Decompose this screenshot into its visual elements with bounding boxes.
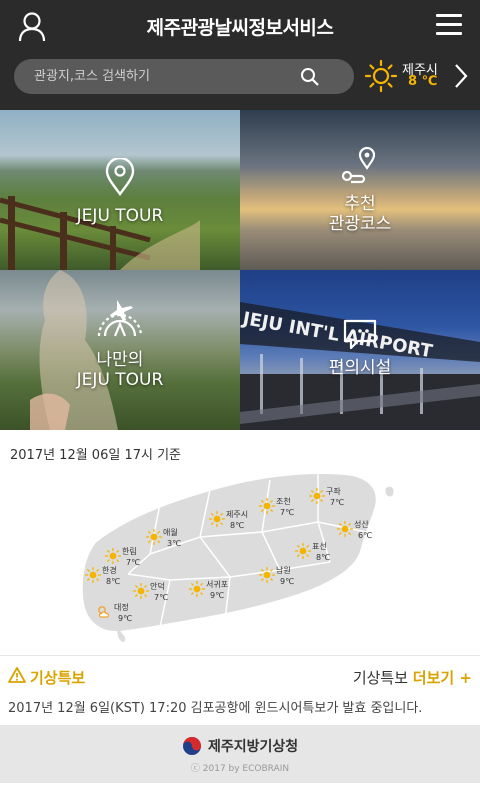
weather-station[interactable]: 안덕 7℃ [132,582,172,602]
station-temp: 7℃ [126,558,141,567]
airport-illustration: JEJU INT'L AIRPORT [240,302,480,430]
station-temp: 9℃ [280,577,295,586]
station-name: 애월 [163,528,178,537]
station-name: 한경 [102,566,117,575]
station-temp: 9℃ [210,591,225,600]
tile-label-line2: JEJU TOUR [76,370,164,390]
jeju-weather-map: 구좌 7℃ 조천 7℃ 제주시 8℃ 애월 3℃ 성산 6℃ 표선 8℃ 한림 7℃ 한경 8℃ 안덕 7℃ 서귀포… [0,462,480,652]
station-temp: 8℃ [230,521,245,530]
station-temp: 7℃ [280,508,295,517]
weather-station[interactable]: 대정 9℃ [96,603,136,623]
station-name: 남원 [276,566,291,575]
sun-icon [132,582,150,600]
station-temp: 6℃ [358,531,373,540]
station-temp: 9℃ [118,614,133,623]
alert-title: 기상특보 [30,669,86,687]
sun-icon [294,542,312,560]
weather-alert-bar: 기상특보 기상특보 더보기 + [0,655,480,695]
weather-station[interactable]: 구좌 7℃ [308,487,348,507]
tile-label: JEJU TOUR [76,206,164,226]
tile-jeju-tour[interactable]: JEJU TOUR [0,110,240,270]
search-box [14,59,354,94]
current-temperature: 8 ℃ [408,74,438,89]
station-temp: 8℃ [106,577,121,586]
current-weather[interactable]: 제주시 8 ℃ [362,57,480,97]
station-name: 한림 [122,547,137,556]
tile-facilities[interactable]: JEJU INT'L AIRPORT 편의시설 [240,270,480,430]
org-name: 제주지방기상청 [208,739,299,755]
sun-icon [308,487,326,505]
station-name: 조천 [276,497,291,506]
kma-logo-icon [182,736,202,756]
station-name: 구좌 [326,487,341,496]
station-name: 표선 [312,542,327,551]
airplane-globe-icon [97,300,143,337]
tile-label: 편의시설 [328,358,392,378]
tile-label-line1: 추천 [344,194,376,214]
weather-station[interactable]: 조천 7℃ [258,497,298,517]
station-temp: 8℃ [316,553,331,562]
tile-my-jeju-tour[interactable]: 나만의 JEJU TOUR [0,270,240,430]
sun-icon [258,497,276,515]
station-temp: 7℃ [330,498,345,507]
station-temp: 7℃ [154,593,169,602]
forecast-timestamp: 2017년 12월 06일 17시 기준 [10,448,181,463]
station-name: 대정 [114,603,129,612]
more-link[interactable]: 더보기 + [413,669,472,687]
warning-icon [8,667,26,683]
route-icon [341,146,376,184]
sun-icon [104,547,122,565]
footer: 제주지방기상청 ⓒ 2017 by ECOBRAIN [0,725,480,783]
partly-cloudy-icon [98,606,110,618]
station-name: 서귀포 [206,580,229,589]
weather-station[interactable]: 제주시 8℃ [208,510,249,530]
chat-bubble-icon [343,319,377,350]
sun-icon [208,510,226,528]
sun-icon [258,566,276,584]
station-name: 성산 [354,520,369,529]
tile-label-line1: 나만의 [96,350,144,370]
weather-station[interactable]: 한림 7℃ [104,547,144,567]
sun-icon [145,528,163,546]
tile-label-line2: 관광코스 [328,214,392,234]
weather-station[interactable]: 한경 8℃ [84,566,124,586]
weather-station[interactable]: 애월 3℃ [145,528,185,548]
weather-station[interactable]: 남원 9℃ [258,566,298,586]
sun-icon [336,520,354,538]
sun-icon [84,566,102,584]
station-temp: 3℃ [167,539,182,548]
hamburger-menu-icon[interactable] [436,14,462,36]
menu-tiles: JEJU TOUR 추천 관광코스 나만의 JEJU TOUR JEJU INT… [0,110,480,430]
alert-more-prefix: 기상특보 [352,669,409,687]
top-bar: 제주관광날씨정보서비스 제주시 8 ℃ [0,0,480,110]
alert-more-link[interactable]: 기상특보 더보기 + [353,667,472,688]
sun-icon [364,59,398,93]
station-name: 제주시 [226,510,249,519]
tile-recommended-course[interactable]: 추천 관광코스 [240,110,480,270]
jeju-island-map [80,471,394,642]
search-input[interactable] [34,59,294,94]
sun-icon [188,580,206,598]
location-pin-icon [105,158,135,196]
weather-station[interactable]: 성산 6℃ [336,520,376,540]
app-title: 제주관광날씨정보서비스 [146,17,334,39]
weather-station[interactable]: 서귀포 9℃ [188,580,229,600]
weather-station[interactable]: 표선 8℃ [294,542,334,562]
chevron-right-icon[interactable] [454,63,468,89]
copyright: ⓒ 2017 by ECOBRAIN [190,764,290,774]
station-name: 안덕 [150,582,165,591]
search-icon[interactable] [300,67,320,87]
alert-message: 2017년 12월 6일(KST) 17:20 김포공항에 윈드시어특보가 발효… [8,701,423,716]
